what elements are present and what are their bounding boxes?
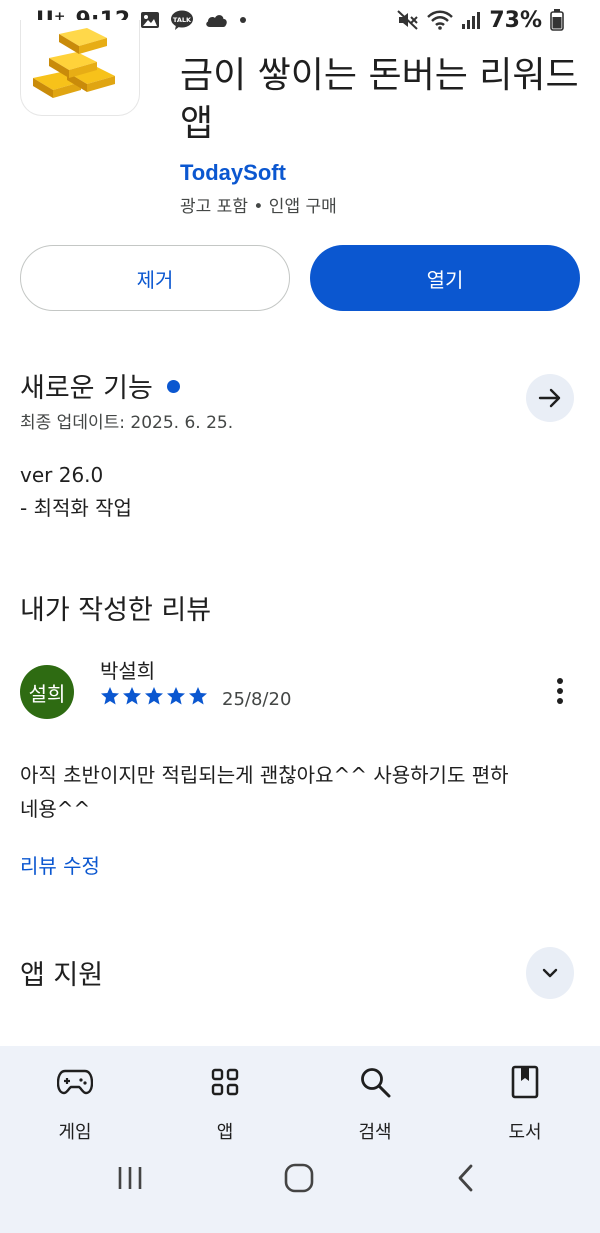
gallery-icon (140, 11, 160, 29)
app-meta: 광고 포함 • 인앱 구매 (180, 197, 337, 217)
edit-review-link[interactable]: 리뷰 수정 (20, 850, 100, 879)
back-icon[interactable] (436, 1123, 496, 1233)
my-review-title: 내가 작성한 리뷰 (20, 595, 212, 626)
star-icon (123, 687, 141, 705)
chevron-down-icon (542, 968, 558, 978)
apps-grid-icon (203, 1060, 247, 1104)
status-right: 73% (397, 8, 564, 33)
developer-link[interactable]: TodaySoft (180, 160, 286, 186)
release-notes: - 최적화 작업 (20, 496, 132, 520)
reviewer-name: 박설희 (100, 659, 156, 683)
review-text: 아직 초반이지만 적립되는게 괜찮아요^^ 사용하기도 편하네용^^ (20, 763, 509, 821)
system-nav-bar (0, 1123, 600, 1233)
gamepad-icon (53, 1060, 97, 1104)
dot-icon (238, 15, 248, 25)
app-title: 금이 쌓이는 돈버는 리워드 앱 (180, 55, 579, 144)
version-text: ver 26.0 (20, 463, 104, 487)
home-icon[interactable] (269, 1123, 329, 1233)
arrow-right-icon (538, 388, 561, 408)
search-icon (353, 1060, 397, 1104)
app-support-title[interactable]: 앱 지원 (20, 953, 103, 992)
battery-percent: 73% (489, 7, 542, 33)
more-options-icon[interactable] (548, 674, 572, 708)
star-icon (189, 687, 207, 705)
battery-icon (550, 9, 564, 31)
book-icon (503, 1060, 547, 1104)
star-icon (167, 687, 185, 705)
cloud-icon (204, 12, 228, 28)
app-support-expand-button[interactable] (526, 947, 574, 999)
last-updated: 최종 업데이트: 2025. 6. 25. (20, 413, 234, 433)
whats-new-arrow-button[interactable] (526, 374, 574, 422)
signal-icon (461, 10, 481, 30)
star-rating (100, 686, 208, 706)
kakaotalk-icon: TALK (170, 10, 194, 30)
star-icon (145, 687, 163, 705)
app-icon (20, 20, 140, 116)
uninstall-button[interactable]: 제거 (20, 245, 290, 311)
open-button[interactable]: 열기 (310, 245, 580, 311)
talk-badge-text: TALK (173, 16, 192, 24)
bottom-nav: 게임 앱 검색 도서 (0, 1046, 600, 1233)
whats-new-title: 새로운 기능 (20, 373, 153, 404)
avatar: 설희 (20, 665, 74, 719)
recent-apps-icon[interactable] (100, 1123, 160, 1233)
gold-bars-icon (33, 28, 115, 98)
whats-new-header[interactable]: 새로운 기능 (20, 366, 180, 405)
review-date: 25/8/20 (222, 689, 292, 710)
wifi-icon (427, 10, 454, 30)
mute-icon (397, 10, 419, 30)
star-icon (101, 687, 119, 705)
new-indicator-dot (166, 380, 180, 393)
